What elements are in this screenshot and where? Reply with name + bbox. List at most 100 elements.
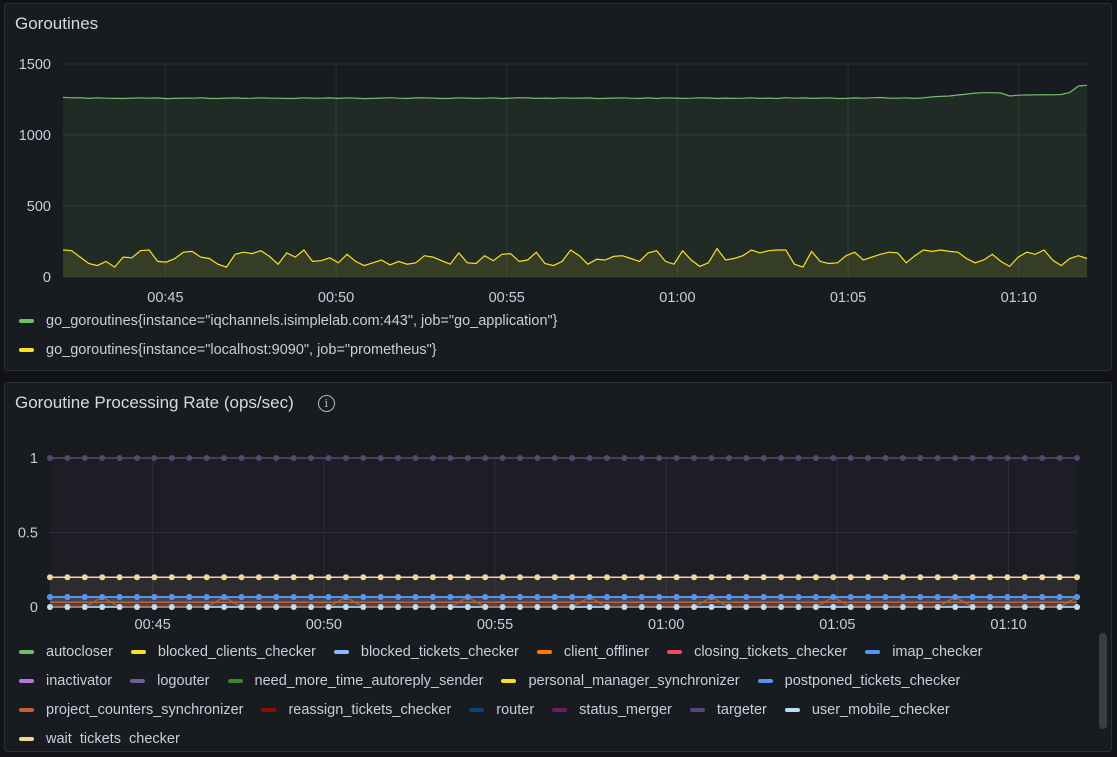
series-point [621, 594, 628, 600]
series-point [969, 604, 976, 610]
legend-item[interactable]: blocked_tickets_checker [333, 637, 519, 666]
processing-rate-chart[interactable]: 0 0.5 1 00:45 00:50 00:55 01:00 01:05 01:10 [5, 383, 1112, 633]
legend-item[interactable]: imap_checker [865, 637, 982, 666]
legend-label: go_goroutines{instance="localhost:9090",… [46, 341, 437, 358]
legend-item[interactable]: inactivator [19, 666, 112, 695]
series-point [656, 594, 663, 600]
series-point [255, 604, 262, 610]
series-point [1004, 594, 1011, 600]
series-point [1039, 455, 1046, 461]
legend-swatch [784, 707, 800, 712]
legend-item[interactable]: closing_tickets_checker [667, 637, 847, 666]
series-point [1004, 574, 1011, 581]
series-point [708, 455, 715, 461]
legend-scrollbar[interactable] [1099, 633, 1107, 729]
legend-item[interactable]: blocked_clients_checker [130, 637, 316, 666]
legend-item[interactable]: targeter [689, 695, 767, 724]
series-point [168, 594, 175, 600]
legend-item[interactable]: wait_tickets_checker [19, 724, 180, 745]
series-point [429, 455, 436, 461]
series-point [1039, 574, 1046, 581]
series-point [725, 574, 732, 581]
series-point [917, 455, 924, 461]
series-point [342, 604, 349, 610]
series-point [952, 574, 959, 581]
legend-item[interactable]: go_goroutines{instance="localhost:9090",… [19, 335, 1091, 364]
series-point [569, 594, 576, 600]
legend-swatch [261, 707, 277, 712]
series-point [899, 455, 906, 461]
series-point [830, 594, 837, 600]
series-point [934, 574, 941, 581]
series-point [186, 455, 193, 461]
series-point [673, 594, 680, 600]
series-point [1004, 604, 1011, 610]
series-point [464, 574, 471, 581]
series-point [952, 594, 959, 600]
series-point [1074, 594, 1080, 600]
legend-swatch [536, 649, 552, 654]
series-point [812, 574, 819, 581]
series-point [186, 574, 193, 581]
series-point [517, 604, 523, 610]
series-point [499, 594, 506, 600]
series-point [638, 604, 645, 610]
legend-item[interactable]: go_goroutines{instance="iqchannels.isimp… [19, 306, 1091, 335]
series-point [395, 604, 402, 610]
series-point [778, 594, 785, 600]
series-point [673, 574, 680, 581]
series-point [534, 574, 541, 581]
legend-item[interactable]: router [469, 695, 534, 724]
legend-label: project_counters_synchronizer [46, 701, 244, 718]
series-point [116, 574, 123, 581]
series-point [969, 455, 976, 461]
legend-label: autocloser [46, 643, 113, 660]
series-point [499, 604, 506, 610]
series-point [638, 594, 645, 600]
series-point [377, 455, 384, 461]
series-point [186, 594, 193, 600]
series-point [1021, 574, 1028, 581]
series-point [412, 594, 419, 600]
series-point [882, 455, 889, 461]
x-tick-label: 00:45 [135, 617, 171, 633]
legend-label: targeter [716, 701, 767, 718]
series-point [691, 604, 698, 610]
series-point [691, 574, 698, 581]
series-point [342, 574, 349, 581]
series-point [221, 455, 228, 461]
legend-item[interactable]: project_counters_synchronizer [19, 695, 243, 724]
legend-item[interactable]: logouter [130, 666, 210, 695]
legend-item[interactable]: client_offliner [536, 637, 649, 666]
legend-item[interactable]: reassign_tickets_checker [261, 695, 451, 724]
series-point [395, 455, 402, 461]
series-point [725, 604, 732, 610]
legend-swatch [689, 707, 705, 712]
legend-item[interactable]: need_more_time_autoreply_sender [227, 666, 483, 695]
goroutines-legend: go_goroutines{instance="iqchannels.isimp… [19, 306, 1091, 364]
series-point [429, 604, 436, 610]
legend-item[interactable]: status_merger [552, 695, 672, 724]
series-point [551, 455, 558, 461]
series-point [987, 574, 993, 581]
series-point [290, 455, 297, 461]
series-point [290, 594, 297, 600]
series-point [969, 594, 976, 600]
legend-label: go_goroutines{instance="iqchannels.isimp… [46, 312, 558, 329]
x-tick-label: 01:10 [1001, 290, 1037, 304]
series-point [99, 574, 106, 581]
series-point [221, 594, 228, 600]
series-point [899, 574, 906, 581]
legend-label: postponed_tickets_checker [784, 672, 961, 689]
series-point [464, 455, 471, 461]
legend-item[interactable]: postponed_tickets_checker [757, 666, 961, 695]
series-point [151, 604, 158, 610]
series-point [238, 594, 245, 600]
series-point [116, 594, 123, 600]
goroutines-chart[interactable]: 0 500 1000 1500 00:45 00:50 00:55 01:00 01:05 01:… [5, 4, 1112, 304]
series-point [499, 574, 506, 581]
series-point [743, 594, 750, 600]
legend-item[interactable]: user_mobile_checker [784, 695, 950, 724]
legend-item[interactable]: autocloser [19, 637, 113, 666]
legend-item[interactable]: personal_manager_synchronizer [501, 666, 740, 695]
